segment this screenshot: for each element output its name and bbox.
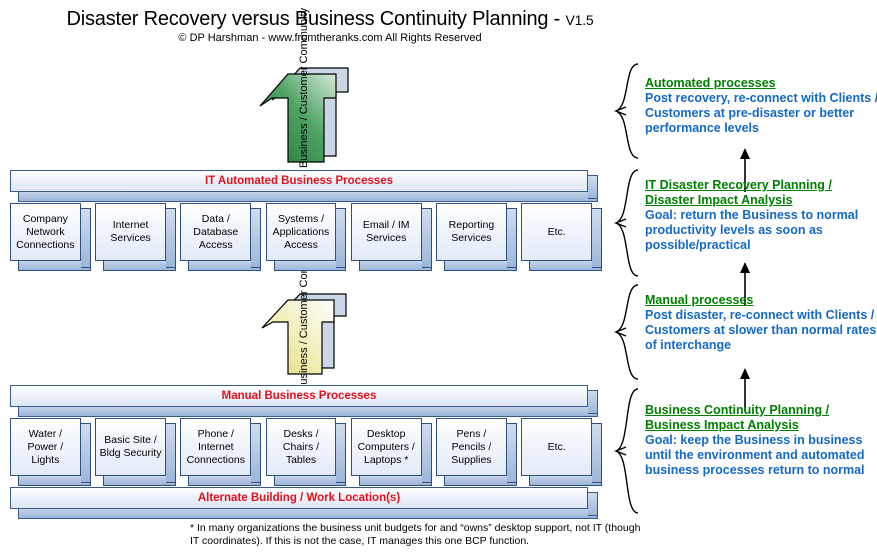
block-arrow-middle-label: Business / Customer Community <box>298 231 310 392</box>
manual-service-box-0: Water / Power / Lights <box>10 418 91 486</box>
version-label: V1.5 <box>565 12 594 28</box>
manual-service-box-5-label: Pens / Pencils / Supplies <box>451 427 492 466</box>
note-automated-processes-body: Post recovery, re-connect with Clients /… <box>645 91 877 135</box>
it-service-box-5-label: Reporting Services <box>448 219 495 244</box>
note-it-disaster-recovery-heading: IT Disaster Recovery Planning / Disaster… <box>645 178 832 207</box>
bar-it-automated: IT Automated Business Processes <box>10 170 598 202</box>
manual-service-box-5: Pens / Pencils / Supplies <box>436 418 517 486</box>
block-arrow-middle: Business / Customer Community <box>252 232 360 392</box>
bar-it-automated-label: IT Automated Business Processes <box>204 175 394 187</box>
copyright-subtitle: © DP Harshman - www.fromtheranks.com All… <box>178 32 482 44</box>
manual-service-box-3-label: Desks / Chairs / Tables <box>282 427 320 466</box>
bar-alternate-building-label: Alternate Building / Work Location(s) <box>197 492 401 504</box>
manual-service-box-3: Desks / Chairs / Tables <box>265 418 347 486</box>
note-automated-processes-heading: Automated processes <box>645 76 776 90</box>
it-service-box-0: Company Network Connections <box>10 203 91 271</box>
page-title: Disaster Recovery versus Business Contin… <box>0 8 660 31</box>
note-business-continuity: Business Continuity Planning / Business … <box>645 403 877 478</box>
note-it-disaster-recovery-body: Goal: return the Business to normal prod… <box>645 208 859 252</box>
it-service-box-1-label: Internet Services <box>110 219 151 244</box>
manual-service-box-6-label: Etc. <box>547 440 566 453</box>
brace-bcp <box>613 388 639 514</box>
manual-service-box-0-label: Water / Power / Lights <box>27 427 64 466</box>
manual-service-box-2-label: Phone / Internet Connections <box>186 427 245 466</box>
footnote: * In many organizations the business uni… <box>190 522 641 547</box>
note-manual-processes: Manual processes Post disaster, re-conne… <box>645 293 877 353</box>
brace-it-dr <box>613 169 639 277</box>
note-manual-processes-heading: Manual processes <box>645 293 754 307</box>
note-manual-processes-body: Post disaster, re-connect with Clients /… <box>645 308 877 352</box>
manual-service-box-2: Phone / Internet Connections <box>180 418 262 486</box>
it-service-box-2-label: Data / Database Access <box>193 212 239 251</box>
brace-automated <box>613 63 639 159</box>
note-business-continuity-heading: Business Continuity Planning / Business … <box>645 403 830 432</box>
manual-service-box-4: Desktop Computers / Laptops * <box>350 418 432 486</box>
manual-service-box-1: Basic Site / Bldg Security <box>95 418 176 486</box>
it-service-box-6: Etc. <box>521 203 602 271</box>
note-automated-processes: Automated processes Post recovery, re-co… <box>645 76 877 136</box>
it-service-box-3-label: Systems / Applications Access <box>272 212 330 251</box>
note-it-disaster-recovery: IT Disaster Recovery Planning / Disaster… <box>645 178 877 253</box>
it-service-box-4-label: Email / IM Services <box>362 219 410 244</box>
it-service-box-6-label: Etc. <box>547 225 566 238</box>
page-title-text: Disaster Recovery versus Business Contin… <box>66 8 566 30</box>
manual-service-box-6: Etc. <box>521 418 602 486</box>
manual-service-box-1-label: Basic Site / Bldg Security <box>99 434 162 459</box>
it-service-box-0-label: Company Network Connections <box>16 212 75 251</box>
it-service-box-1: Internet Services <box>95 203 176 271</box>
bar-manual-processes: Manual Business Processes <box>10 385 598 417</box>
note-business-continuity-body: Goal: keep the Business in business unti… <box>645 433 865 477</box>
block-arrow-top: Business / Customer Community <box>248 8 360 168</box>
it-service-box-2: Data / Database Access <box>180 203 262 271</box>
it-service-box-4: Email / IM Services <box>350 203 432 271</box>
bar-alternate-building: Alternate Building / Work Location(s) <box>10 487 598 519</box>
brace-manual <box>613 284 639 380</box>
bar-manual-processes-label: Manual Business Processes <box>221 390 377 402</box>
it-service-box-3: Systems / Applications Access <box>265 203 347 271</box>
block-arrow-top-label: Business / Customer Community <box>298 7 310 168</box>
it-service-box-5: Reporting Services <box>436 203 517 271</box>
manual-service-box-4-label: Desktop Computers / Laptops * <box>357 427 415 466</box>
